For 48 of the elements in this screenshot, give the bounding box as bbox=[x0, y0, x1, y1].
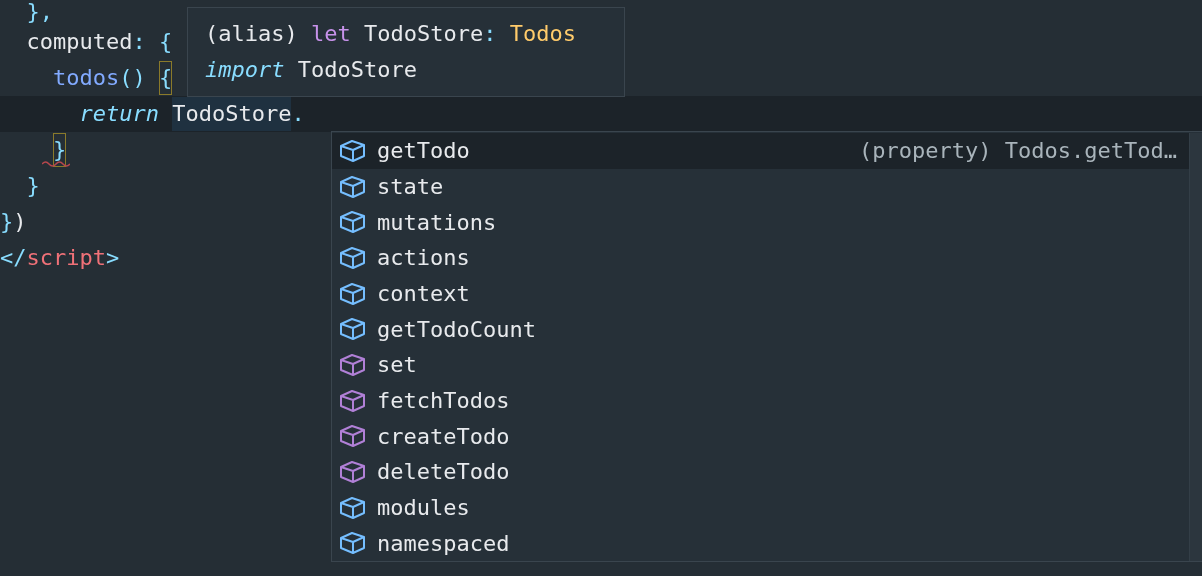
code-token: }, bbox=[26, 0, 53, 26]
cube-icon bbox=[338, 173, 367, 200]
cube-icon bbox=[338, 209, 367, 236]
tooltip-token: let bbox=[310, 20, 351, 48]
suggestion-item[interactable]: modules bbox=[332, 489, 1189, 526]
code-token: TodoStore bbox=[172, 97, 292, 131]
code-token: > bbox=[106, 244, 120, 272]
tooltip-token: TodoStore bbox=[362, 20, 484, 48]
suggestion-item[interactable]: createTodo bbox=[332, 418, 1189, 455]
suggestion-item[interactable]: state bbox=[332, 168, 1189, 205]
cube-icon bbox=[338, 494, 367, 521]
code-token: } bbox=[53, 133, 67, 167]
code-token: </ bbox=[0, 244, 27, 272]
suggestion-item[interactable]: namespaced bbox=[332, 525, 1189, 562]
cube-icon bbox=[338, 530, 367, 557]
code-token: } bbox=[0, 208, 14, 236]
tooltip-token: (alias) bbox=[205, 20, 299, 48]
suggestion-item[interactable]: fetchTodos bbox=[332, 382, 1189, 419]
suggestion-item[interactable]: context bbox=[332, 275, 1189, 312]
code-token: computed bbox=[26, 28, 133, 56]
tooltip-token: Todos bbox=[508, 20, 576, 48]
code-token: . bbox=[291, 100, 305, 128]
code-token: : { bbox=[132, 28, 173, 56]
cube-icon bbox=[338, 458, 367, 485]
cube-icon bbox=[338, 423, 367, 450]
tooltip-token: TodoStore bbox=[296, 56, 417, 84]
code-token: return bbox=[79, 100, 160, 128]
tooltip-token: import bbox=[205, 56, 285, 84]
suggestion-item[interactable]: mutations bbox=[332, 204, 1189, 240]
code-token: script bbox=[26, 244, 106, 272]
code-token: ) bbox=[13, 208, 27, 236]
suggestion-item[interactable]: set bbox=[332, 347, 1189, 383]
code-token: { bbox=[158, 61, 173, 95]
cube-icon bbox=[338, 137, 367, 164]
scrollbar[interactable] bbox=[1189, 133, 1202, 561]
cube-icon bbox=[338, 316, 367, 343]
cube-icon bbox=[338, 244, 367, 271]
suggestion-item[interactable]: deleteTodo bbox=[332, 454, 1189, 490]
suggestion-item[interactable]: actions bbox=[332, 240, 1189, 276]
code-token: todos bbox=[53, 64, 120, 92]
code-token: () bbox=[119, 64, 147, 92]
cube-icon bbox=[338, 387, 367, 414]
tooltip-token: : bbox=[483, 20, 497, 48]
suggestion-item[interactable]: getTodoCount bbox=[332, 311, 1189, 348]
cube-icon bbox=[338, 351, 367, 378]
suggestion-item[interactable]: getTodo (property) Todos.getTod… bbox=[332, 133, 1189, 169]
code-token: } bbox=[26, 172, 40, 200]
cube-icon bbox=[338, 280, 367, 307]
